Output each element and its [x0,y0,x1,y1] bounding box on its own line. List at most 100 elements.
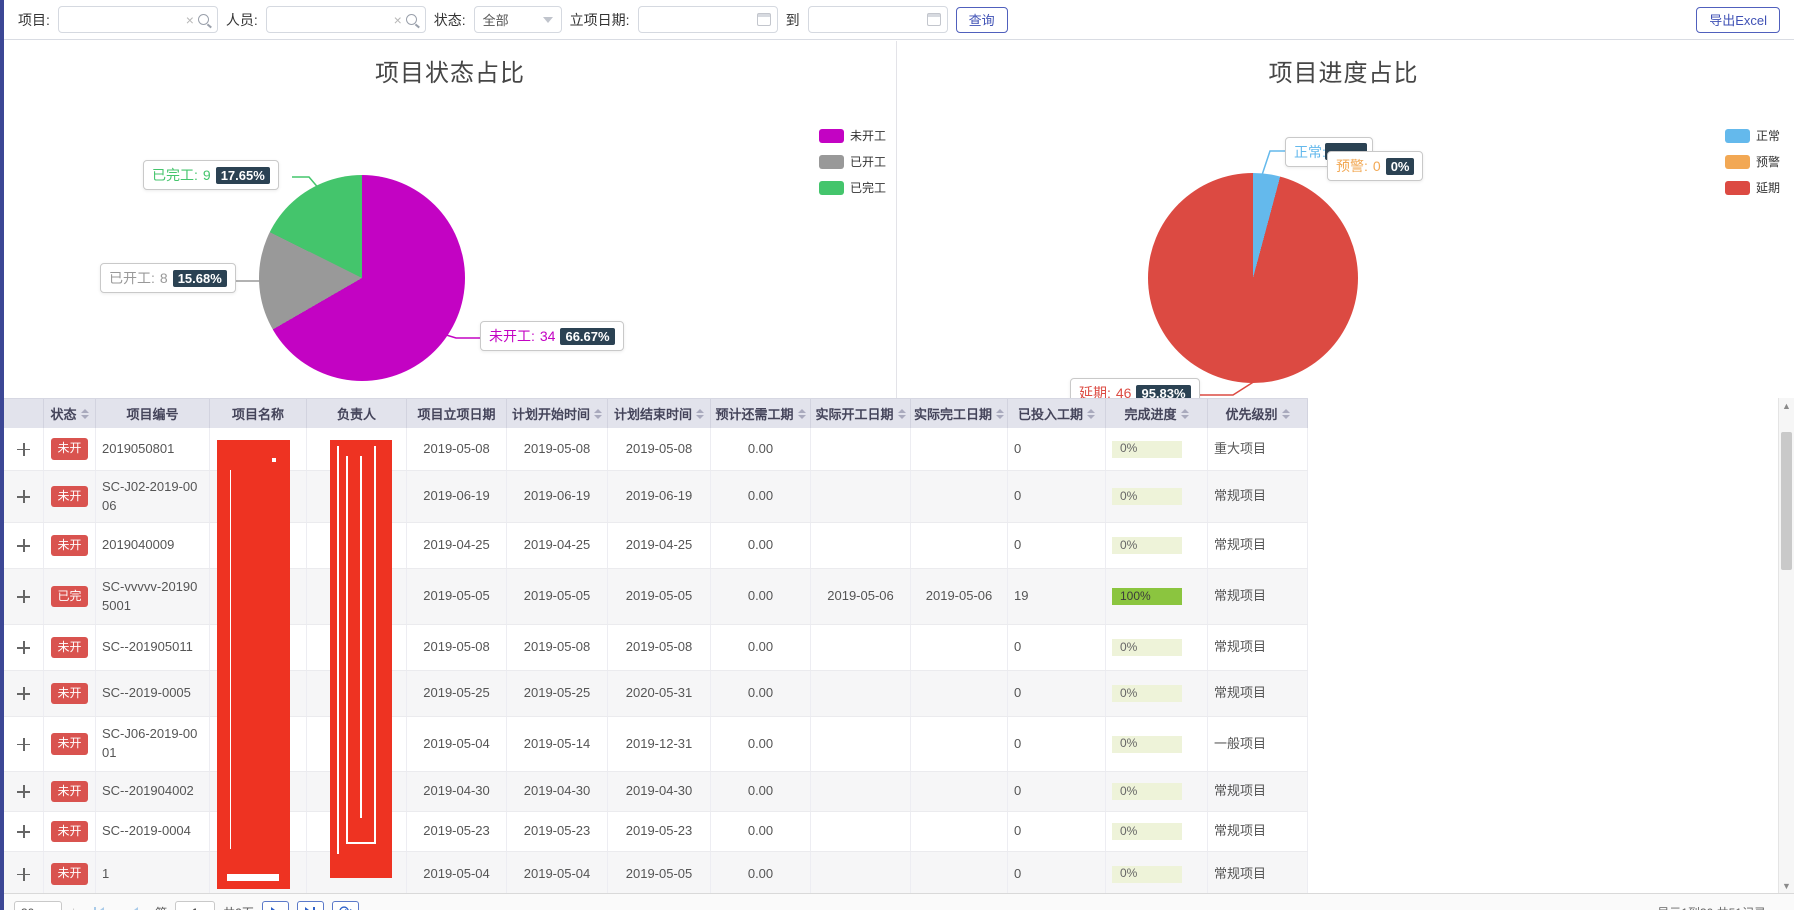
calendar-icon[interactable] [757,13,771,26]
column-header-priority[interactable]: 优先级别 [1208,399,1308,428]
sort-icon[interactable] [996,409,1004,419]
status-select[interactable]: 全部 [474,6,562,33]
table-scrollbar[interactable]: ▲ ▼ [1778,398,1794,893]
drag-handle-icon[interactable] [17,738,30,751]
cell-invested: 0 [1008,428,1106,470]
cell-priority: 常规项目 [1208,812,1308,851]
calendar-icon[interactable] [927,13,941,26]
clear-icon[interactable]: × [186,12,194,28]
cell-invested: 0 [1008,717,1106,771]
project-search-field[interactable]: × [58,6,218,33]
cell-priority: 重大项目 [1208,428,1308,470]
sort-icon[interactable] [1087,409,1095,419]
legend-item-notstarted[interactable]: 未开工 [819,127,886,144]
legend-label: 未开工 [850,127,886,144]
search-icon[interactable] [198,14,209,25]
cell-actual_end [911,717,1008,771]
last-page-button[interactable] [297,901,324,910]
legend-item-done[interactable]: 已完工 [819,179,886,196]
table-row[interactable]: 未开20190400092019-04-252019-04-252019-04-… [4,523,1308,569]
table-row[interactable]: 未开12019-05-042019-05-042019-05-050.0000%… [4,852,1308,897]
drag-handle-icon[interactable] [17,687,30,700]
drag-handle-icon[interactable] [17,641,30,654]
table-row[interactable]: 未开SC--2019040022019-04-302019-04-302019-… [4,772,1308,812]
date-to-field[interactable] [808,6,948,33]
table-row[interactable]: 未开SC--2019-00042019-05-232019-05-232019-… [4,812,1308,852]
table-row[interactable]: 已完SC-vvvvv-2019050012019-05-052019-05-05… [4,569,1308,625]
drag-handle-icon[interactable] [17,868,30,881]
export-excel-button[interactable]: 导出Excel [1696,7,1780,33]
person-search-field[interactable]: × [266,6,426,33]
status-badge: 未开 [51,637,87,658]
column-header-label: 实际完工日期 [914,404,992,423]
page-size-select[interactable]: 30 [14,901,62,910]
sort-icon[interactable] [696,409,704,419]
cell-date: 2019-05-23 [407,812,507,851]
clear-icon[interactable]: × [394,12,402,28]
status-pie[interactable] [259,175,465,381]
legend-item-delayed[interactable]: 延期 [1725,179,1780,196]
legend-item-normal[interactable]: 正常 [1725,127,1780,144]
table-row[interactable]: 未开20190508012019-05-082019-05-082019-05-… [4,428,1308,471]
legend-item-started[interactable]: 已开工 [819,153,886,170]
date-from-input[interactable] [645,7,753,32]
cell-drag [4,523,44,568]
legend-item-warning[interactable]: 预警 [1725,153,1780,170]
prev-page-button[interactable] [120,901,147,910]
refresh-button[interactable]: ⟳ [332,901,359,910]
cell-invested: 0 [1008,852,1106,896]
first-page-button[interactable] [85,901,112,910]
scroll-up-icon[interactable]: ▲ [1779,398,1794,413]
sort-icon[interactable] [81,409,89,419]
cell-drag [4,852,44,896]
cell-plan_start: 2019-04-30 [507,772,608,811]
column-header-invested[interactable]: 已投入工期 [1008,399,1106,428]
cell-number: SC--2019-0004 [96,812,210,851]
scroll-down-icon[interactable]: ▼ [1779,878,1794,893]
table-row[interactable]: 未开SC-J02-2019-00062019-06-192019-06-1920… [4,471,1308,523]
progress-pie[interactable] [1148,173,1358,383]
callout-value: 0 [1373,158,1381,174]
date-to-input[interactable] [815,7,923,32]
cell-number: SC-vvvvv-201905001 [96,569,210,624]
cell-actual_start [811,625,911,670]
query-button[interactable]: 查询 [956,7,1008,33]
cell-actual_start [811,812,911,851]
column-header-plan_start[interactable]: 计划开始时间 [507,399,608,428]
date-from-field[interactable] [638,6,778,33]
page-number-input[interactable] [175,901,215,910]
project-search-input[interactable] [65,7,182,32]
sort-icon[interactable] [1181,409,1189,419]
sort-icon[interactable] [898,409,906,419]
drag-handle-icon[interactable] [17,785,30,798]
drag-handle-icon[interactable] [17,443,30,456]
cell-actual_end [911,671,1008,716]
drag-handle-icon[interactable] [17,590,30,603]
sort-icon[interactable] [594,409,602,419]
column-header-status[interactable]: 状态 [44,399,96,428]
column-header-actual_start[interactable]: 实际开工日期 [811,399,911,428]
table-row[interactable]: 未开SC-J06-2019-00012019-05-042019-05-1420… [4,717,1308,772]
cell-number: SC--201904002 [96,772,210,811]
column-header-remain[interactable]: 预计还需工期 [711,399,811,428]
cell-plan_end: 2019-04-30 [608,772,711,811]
drag-handle-icon[interactable] [17,825,30,838]
date-filter-label: 立项日期: [570,10,630,30]
drag-handle-icon[interactable] [17,539,30,552]
table-row[interactable]: 未开SC--2019050112019-05-082019-05-082019-… [4,625,1308,671]
table-row[interactable]: 未开SC--2019-00052019-05-252019-05-252020-… [4,671,1308,717]
cell-actual_start [811,671,911,716]
column-header-actual_end[interactable]: 实际完工日期 [911,399,1008,428]
progress-bar: 0% [1112,736,1182,753]
column-header-label: 计划开始时间 [512,404,590,423]
cell-actual_start [811,523,911,568]
sort-icon[interactable] [1282,409,1290,419]
scrollbar-thumb[interactable] [1781,432,1792,570]
person-search-input[interactable] [273,7,390,32]
drag-handle-icon[interactable] [17,490,30,503]
next-page-button[interactable] [262,901,289,910]
column-header-plan_end[interactable]: 计划结束时间 [608,399,711,428]
column-header-progress[interactable]: 完成进度 [1106,399,1208,428]
search-icon[interactable] [406,14,417,25]
sort-icon[interactable] [798,409,806,419]
